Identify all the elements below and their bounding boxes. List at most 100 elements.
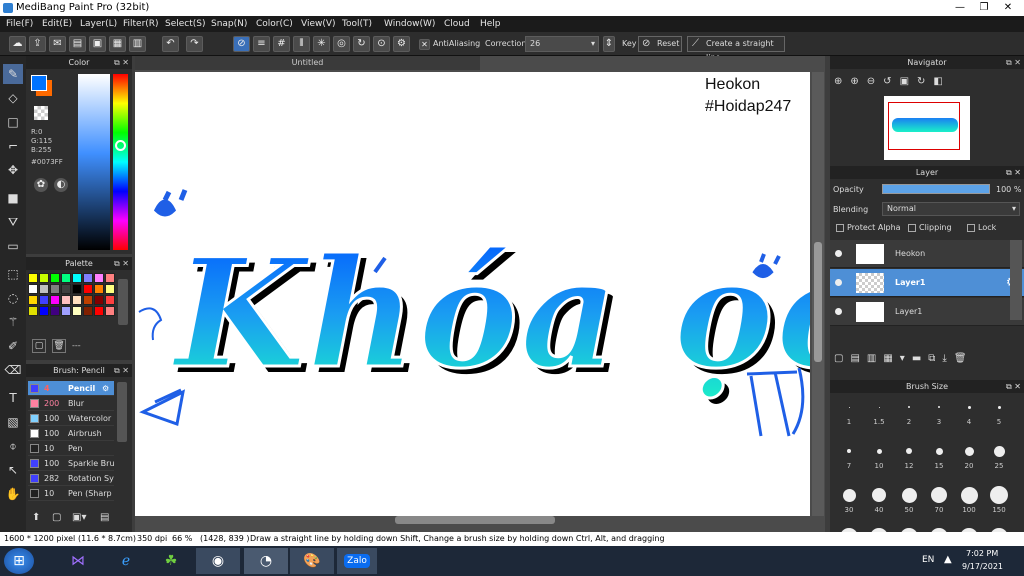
circle-snap-icon[interactable]: ◎	[333, 36, 350, 52]
comment-icon[interactable]: ✉	[49, 36, 66, 52]
menu-file[interactable]: File(F)	[6, 19, 33, 29]
palette-swatch[interactable]	[61, 284, 71, 294]
palette-swatch[interactable]	[83, 284, 93, 294]
palette-swatch[interactable]	[94, 284, 104, 294]
correction-select[interactable]: 26 ▾	[525, 36, 599, 52]
flip-icon[interactable]: ◧	[933, 76, 950, 87]
clipping-checkbox[interactable]	[908, 224, 916, 232]
add-brush-icon[interactable]: ⬆	[32, 512, 46, 526]
select-rect-tool-icon[interactable]: □	[3, 112, 23, 132]
save-icon[interactable]: ▣	[89, 36, 106, 52]
zalo-icon[interactable]: Zalo	[337, 548, 377, 574]
start-button[interactable]: ⊞	[4, 548, 34, 574]
zoom-fit-icon[interactable]: ⊕	[834, 76, 850, 87]
canvas-paper[interactable]: Heokon #Hoidap247 Khóa ọc Khóa ọc	[135, 72, 810, 524]
cloud-icon[interactable]: ☁	[9, 36, 26, 52]
palette-swatch[interactable]	[105, 273, 115, 283]
text-tool-icon[interactable]: T	[3, 388, 23, 408]
operation-tool-icon[interactable]: ↖	[3, 460, 23, 480]
palette-swatch[interactable]	[61, 306, 71, 316]
new-brush-icon[interactable]: ▢	[52, 512, 66, 526]
palette-swatch[interactable]	[39, 284, 49, 294]
signal-icon[interactable]: ▲	[944, 554, 952, 565]
palette-swatch[interactable]	[105, 295, 115, 305]
grid-snap-icon[interactable]: #	[273, 36, 290, 52]
protect-alpha-checkbox[interactable]	[836, 224, 844, 232]
palette-swatch[interactable]	[50, 295, 60, 305]
grid-doc-icon[interactable]: ▦	[109, 36, 126, 52]
brush-list-scrollbar[interactable]	[117, 382, 127, 442]
color-value-strip[interactable]	[78, 74, 110, 250]
brush-item[interactable]: 10 Pen	[28, 441, 114, 456]
canvas-vscrollbar[interactable]	[814, 242, 822, 362]
brush-size-option[interactable]: 50	[894, 484, 924, 526]
menu-window[interactable]: Window(W)	[384, 19, 435, 29]
brush-size-option[interactable]: 70	[924, 484, 954, 526]
fit-window-icon[interactable]: ▣	[900, 76, 917, 87]
palette-swatch[interactable]	[72, 306, 82, 316]
panel-close-icon[interactable]: ⧉ ✕	[114, 257, 129, 270]
brush-item[interactable]: 200 Blur	[28, 396, 114, 411]
palette-swatch[interactable]	[105, 306, 115, 316]
palette-swatch[interactable]	[94, 273, 104, 283]
folder-icon[interactable]: ▬	[912, 353, 928, 364]
eye-icon[interactable]	[835, 279, 842, 286]
brush-settings-icon[interactable]: ▤	[100, 512, 114, 526]
zoom-out-icon[interactable]: ⊖	[867, 76, 883, 87]
palette-swatch[interactable]	[72, 295, 82, 305]
palette-swatch[interactable]	[61, 295, 71, 305]
primary-color-swatch[interactable]	[31, 75, 47, 91]
brush-size-option[interactable]: 5	[984, 396, 1014, 438]
palette-swatch[interactable]	[50, 284, 60, 294]
palette-scrollbar[interactable]	[118, 279, 128, 325]
navigator-preview[interactable]	[884, 96, 970, 160]
brush-size-option[interactable]: 40	[864, 484, 894, 526]
brush-size-option[interactable]: 15	[924, 440, 954, 482]
palette-swatch[interactable]	[39, 295, 49, 305]
redo-icon[interactable]: ↷	[186, 36, 203, 52]
reset-button[interactable]: ⊘ Reset	[638, 36, 682, 52]
clock-date[interactable]: 9/17/2021	[962, 562, 1003, 571]
panel-close-icon[interactable]: ⧉ ✕	[114, 56, 129, 69]
merge-icon[interactable]: ⤓	[942, 353, 953, 364]
radial-snap-icon[interactable]: ✳	[313, 36, 330, 52]
gradient-tool-icon[interactable]: ▭	[3, 236, 23, 256]
magic-wand-tool-icon[interactable]: ⚚	[3, 312, 23, 332]
curve-snap-icon[interactable]: ↻	[353, 36, 370, 52]
paint-icon[interactable]: 🎨	[290, 548, 334, 574]
palette-swatch[interactable]	[28, 284, 38, 294]
brush-size-option[interactable]: 30	[834, 484, 864, 526]
divide-tool-icon[interactable]: ▧	[3, 412, 23, 432]
snap-off-icon[interactable]: ⊘	[233, 36, 250, 52]
internet-explorer-icon[interactable]: ℯ	[110, 548, 142, 574]
document-tab[interactable]: Untitled	[135, 56, 480, 70]
duplicate-icon[interactable]: ⧉	[928, 353, 942, 364]
brush-item[interactable]: 10 Pen (Sharp	[28, 486, 114, 501]
document-icon[interactable]: ▤	[69, 36, 86, 52]
perspective-snap-icon[interactable]: ⊙	[373, 36, 390, 52]
upload-icon[interactable]: ⇪	[29, 36, 46, 52]
brush-item[interactable]: 282 Rotation Sy	[28, 471, 114, 486]
panel-close-icon[interactable]: ⧉ ✕	[114, 364, 129, 377]
straight-line-button[interactable]: ⟋Create a straight line	[687, 36, 785, 62]
list-doc-icon[interactable]: ▥	[129, 36, 146, 52]
visual-studio-icon[interactable]: ⋈	[62, 548, 94, 574]
new-layer-3-icon[interactable]: ▥	[867, 353, 883, 364]
eraser-tool-icon[interactable]: ◇	[3, 88, 23, 108]
brush-size-option[interactable]: 4	[954, 396, 984, 438]
move-tool-icon[interactable]: ✥	[3, 160, 23, 180]
menu-view[interactable]: View(V)	[301, 19, 336, 29]
menu-help[interactable]: Help	[480, 19, 501, 29]
brush-size-option[interactable]: 1	[834, 396, 864, 438]
palette-swatch[interactable]	[28, 273, 38, 283]
brush-size-option[interactable]: 100	[954, 484, 984, 526]
chrome-icon[interactable]: ◉	[196, 548, 240, 574]
brush-tool-icon[interactable]: ✎	[3, 64, 23, 84]
brush-item[interactable]: 100 Sparkle Bru	[28, 456, 114, 471]
layer-row[interactable]: Layer1	[830, 298, 1024, 326]
brush-item[interactable]: 100 Watercolor	[28, 411, 114, 426]
menu-snap[interactable]: Snap(N)	[211, 19, 247, 29]
bucket-tool-icon[interactable]: ⛛	[3, 212, 23, 232]
brush-size-option[interactable]: 10	[864, 440, 894, 482]
dot-tool-icon[interactable]: ⌐	[3, 136, 23, 156]
